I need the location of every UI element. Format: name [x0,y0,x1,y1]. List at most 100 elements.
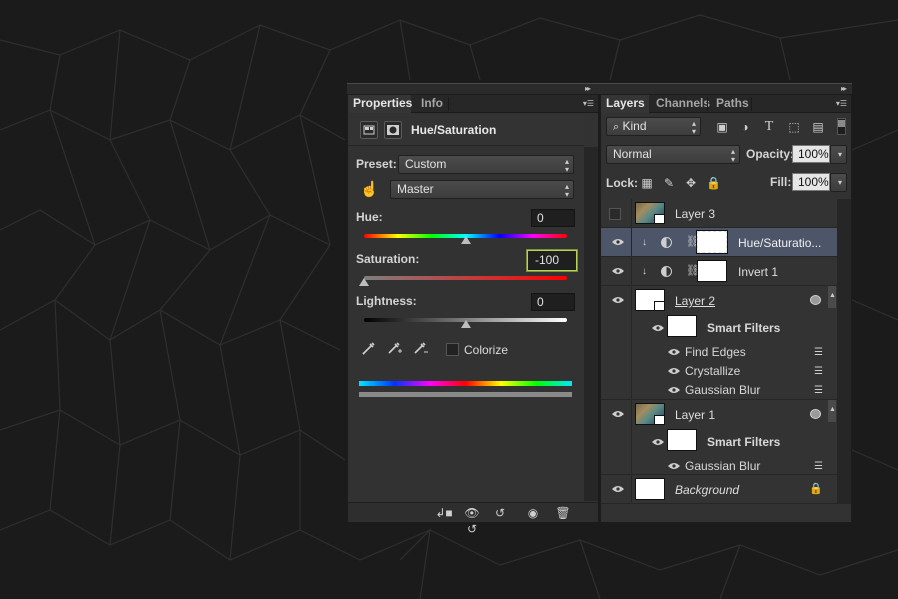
properties-scrollbar[interactable] [584,147,598,501]
fill-dropdown-button[interactable]: ▾ [830,173,847,192]
lock-transparent-pixels-icon[interactable]: ▦ [640,176,654,190]
lock-image-pixels-icon[interactable]: ✎ [662,176,676,190]
eye-icon[interactable] [612,410,624,418]
colorize-checkbox[interactable] [446,343,459,356]
filter-kind-value: Kind [622,119,647,133]
opacity-input[interactable]: 100% [792,145,830,163]
adjustment-layer-filter-icon[interactable]: ◑ [738,120,752,134]
layer-row-hue-saturation[interactable]: ↓ ⛓ Hue/Saturatio... [601,228,837,257]
tab-layers[interactable]: Layers [601,95,649,113]
trash-icon[interactable]: 🗑 [551,505,575,521]
visibility-toggle-off[interactable] [609,208,621,220]
hue-input[interactable]: 0 [531,209,575,227]
lightness-slider-thumb[interactable] [460,320,471,328]
preset-dropdown[interactable]: Custom ▴ ▾ [398,155,574,174]
collapse-arrows-icon[interactable]: ▸▸ [841,84,847,94]
panel-menu-icon[interactable]: ▾☰ [833,99,847,109]
smart-filter-mask-thumbnail[interactable] [667,315,697,337]
adjustment-layer-icon[interactable] [360,121,378,139]
eye-icon[interactable] [668,386,680,394]
properties-tabbar: Properties Info ▾☰ [348,95,598,113]
expand-arrow-icon[interactable]: ▲ [828,400,836,422]
tab-properties[interactable]: Properties [348,95,412,113]
layer-row-layer-2[interactable]: Layer 2 ▲ Smart Filters Find Edges ☰ Cry… [601,286,837,400]
channel-dropdown[interactable]: Master ▴ ▾ [390,180,574,199]
eye-icon[interactable] [652,438,664,446]
shape-layer-filter-icon[interactable]: ⬚ [787,120,801,134]
mask-icon[interactable] [384,121,402,139]
smart-filters-label: Smart Filters [707,321,781,335]
tab-paths[interactable]: Paths [711,95,754,113]
saturation-slider-track[interactable] [364,276,567,280]
eyedropper-add-icon[interactable] [386,340,404,358]
eye-icon[interactable] [668,367,680,375]
view-previous-state-button[interactable]: 👁↺ [460,505,484,536]
filter-item[interactable]: Gaussian Blur [685,383,760,397]
link-icon[interactable]: ⛓ [686,236,700,248]
filter-blending-options-icon[interactable]: ☰ [814,386,826,396]
filter-item[interactable]: Find Edges [685,345,746,359]
colorize-label: Colorize [464,343,509,357]
channel-value: Master [397,182,434,196]
tab-channels[interactable]: Channels [651,95,715,113]
layer-name[interactable]: Layer 1 [675,408,715,422]
dropdown-arrows-icon: ▴ ▾ [730,147,735,164]
layers-tabbar: Layers Channels Paths ▾☰ [601,95,851,113]
lock-all-icon[interactable]: 🔒 [706,176,721,190]
smart-filters-badge-icon[interactable] [810,295,821,305]
layers-scrollbar[interactable] [837,199,851,504]
saturation-input[interactable]: -100 [527,250,577,271]
targeted-adjustment-hand-icon[interactable]: ☝ [360,181,379,199]
layer-name[interactable]: Layer 2 [675,294,715,308]
layer-row-background[interactable]: Background 🔒 [601,475,837,504]
output-spectrum-bar [359,392,572,397]
saturation-label: Saturation: [356,252,420,266]
eye-icon[interactable] [612,485,624,493]
lock-position-icon[interactable]: ✥ [684,176,698,190]
eyedropper-subtract-icon[interactable] [412,340,430,358]
hue-slider-thumb[interactable] [460,236,471,244]
eye-icon[interactable] [612,267,624,275]
layer-name[interactable]: Layer 3 [675,207,715,221]
eye-icon[interactable] [668,462,680,470]
reset-button[interactable]: ↺ [488,505,512,521]
toggle-visibility-icon[interactable]: ◉ [521,505,545,521]
clip-to-layer-button[interactable]: ↲■ [432,505,456,521]
type-layer-filter-icon[interactable]: T [762,120,776,134]
smart-filters-badge-icon[interactable] [810,409,821,419]
layer-name[interactable]: Background [675,483,739,497]
smart-object-filter-icon[interactable]: ▤ [811,120,825,134]
filter-blending-options-icon[interactable]: ☰ [814,367,826,377]
expand-arrow-icon[interactable]: ▲ [828,286,836,308]
blend-mode-dropdown[interactable]: Normal ▴ ▾ [606,145,740,164]
filter-blending-options-icon[interactable]: ☰ [814,462,826,472]
layer-mask-thumbnail[interactable] [696,230,728,254]
filter-item[interactable]: Gaussian Blur [685,459,760,473]
smart-filter-mask-thumbnail[interactable] [667,429,697,451]
eye-icon[interactable] [652,324,664,332]
layer-name[interactable]: Hue/Saturatio... [738,236,821,250]
eye-icon[interactable] [612,296,624,304]
fill-input[interactable]: 100% [792,173,830,191]
filter-toggle-switch[interactable] [837,118,846,135]
filter-blending-options-icon[interactable]: ☰ [814,348,826,358]
layer-row-invert-1[interactable]: ↓ ⛓ Invert 1 [601,257,837,286]
link-icon[interactable]: ⛓ [686,265,700,277]
opacity-dropdown-button[interactable]: ▾ [830,145,847,164]
panel-menu-icon[interactable]: ▾☰ [580,99,594,109]
filter-kind-dropdown[interactable]: ⌕ Kind ▴ ▾ [606,117,701,136]
filter-item[interactable]: Crystallize [685,364,740,378]
lightness-input[interactable]: 0 [531,293,575,311]
layer-mask-thumbnail[interactable] [697,260,727,282]
layer-name[interactable]: Invert 1 [738,265,778,279]
eyedropper-icon[interactable] [360,340,378,358]
layer-row-layer-1[interactable]: Layer 1 ▲ Smart Filters Gaussian Blur ☰ [601,400,837,475]
tab-info[interactable]: Info [416,95,448,113]
eye-icon[interactable] [668,348,680,356]
adjustment-layer-icon [661,266,672,277]
pixel-layer-filter-icon[interactable]: ▣ [715,120,729,134]
layer-row-layer-3[interactable]: Layer 3 [601,199,837,228]
saturation-slider-thumb[interactable] [359,278,369,286]
eye-icon[interactable] [612,238,624,246]
collapse-arrows-icon[interactable]: ▸▸ [585,84,591,94]
